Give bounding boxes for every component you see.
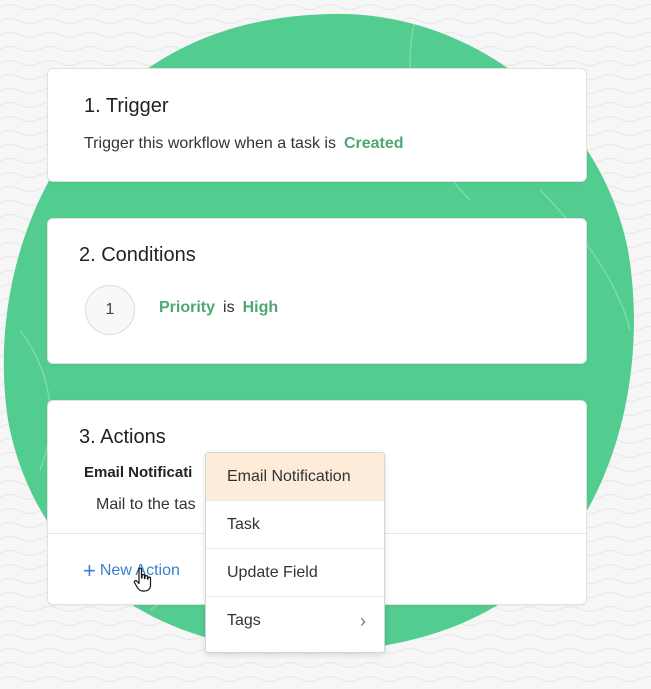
condition-field: Priority xyxy=(159,299,216,316)
menu-item-task[interactable]: Task xyxy=(206,501,384,549)
menu-item-label: Task xyxy=(227,516,260,533)
workflow-editor: 1. Trigger Trigger this workflow when a … xyxy=(0,0,651,689)
conditions-title: 2. Conditions xyxy=(79,244,196,266)
condition-value: High xyxy=(242,299,279,316)
menu-item-label: Email Notification xyxy=(227,468,351,485)
menu-item-update-field[interactable]: Update Field xyxy=(206,549,384,597)
trigger-sentence: Trigger this workflow when a task is xyxy=(84,135,336,152)
chevron-right-icon: › xyxy=(360,611,366,631)
plus-icon: + xyxy=(83,558,96,583)
condition-operator: is xyxy=(223,299,235,316)
condition-row[interactable]: Priority is High xyxy=(159,299,278,317)
action-item-description: Mail to the tas xyxy=(96,496,196,513)
trigger-title: 1. Trigger xyxy=(84,95,169,117)
menu-item-label: Tags xyxy=(227,612,261,629)
hand-pointer-cursor-icon xyxy=(133,567,152,592)
trigger-card: 1. Trigger Trigger this workflow when a … xyxy=(47,68,587,182)
new-action-dropdown-menu: Email Notification Task Update Field Tag… xyxy=(205,452,385,653)
actions-title: 3. Actions xyxy=(79,426,166,448)
trigger-event-value[interactable]: Created xyxy=(344,135,404,152)
menu-item-email-notification[interactable]: Email Notification xyxy=(206,453,384,501)
menu-item-label: Update Field xyxy=(227,564,318,581)
conditions-card: 2. Conditions 1 Priority is High xyxy=(47,218,587,364)
action-item-name[interactable]: Email Notificati xyxy=(84,464,192,481)
condition-number-badge: 1 xyxy=(85,285,135,335)
trigger-sentence-row: Trigger this workflow when a task is Crea… xyxy=(84,135,404,153)
new-action-button[interactable]: + New Action xyxy=(83,558,180,584)
menu-item-tags[interactable]: Tags › xyxy=(206,597,384,645)
